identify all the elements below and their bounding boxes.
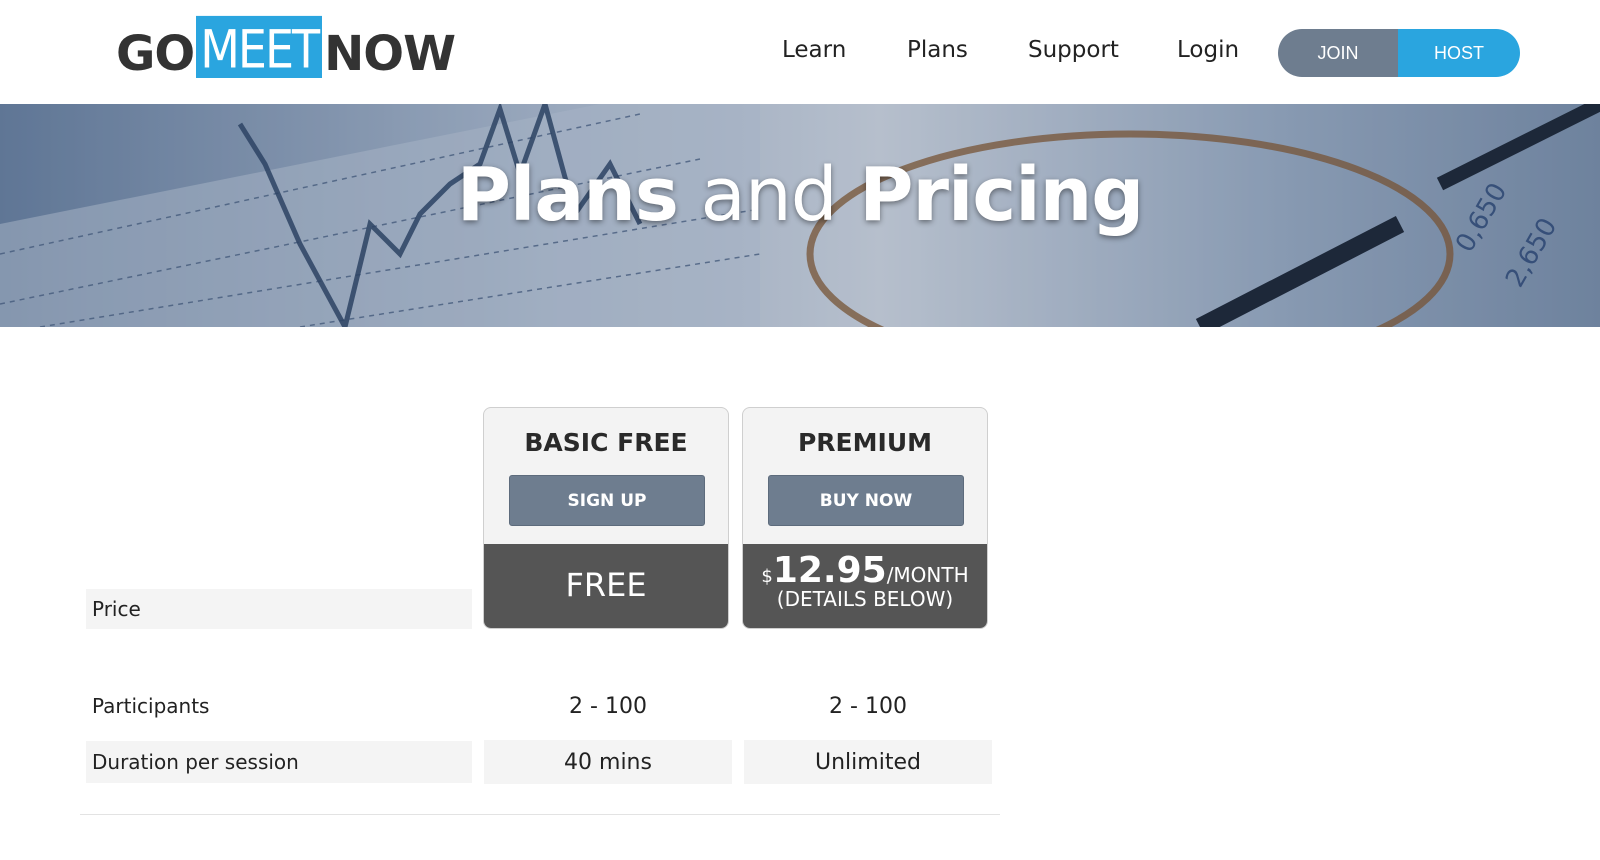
title-and: and <box>700 152 838 238</box>
plan-price: $12.95/MONTH (DETAILS BELOW) <box>743 544 987 628</box>
title-pricing: Pricing <box>859 152 1144 238</box>
price-amount: 12.95 <box>772 550 887 591</box>
row-label-duration: Duration per session <box>86 741 472 783</box>
plan-name: BASIC FREE <box>524 428 688 457</box>
table-divider <box>80 814 1000 815</box>
nav-login[interactable]: Login <box>1177 37 1239 63</box>
sign-up-button[interactable]: SIGN UP <box>509 475 705 526</box>
logo-text-go: GO <box>116 26 195 82</box>
cell-duration-basic: 40 mins <box>484 740 732 784</box>
cell-participants-premium: 2 - 100 <box>829 693 907 719</box>
price-line: $12.95/MONTH <box>743 550 987 591</box>
buy-now-button[interactable]: BUY NOW <box>768 475 964 526</box>
title-plans: Plans <box>456 152 679 238</box>
nav-plans[interactable]: Plans <box>907 37 968 63</box>
logo-text-now: NOW <box>324 26 456 82</box>
site-header: GO MEET NOW Learn Plans Support Login JO… <box>0 0 1600 104</box>
plan-card-basic-free: BASIC FREE SIGN UP FREE <box>483 407 729 629</box>
nav-learn[interactable]: Learn <box>782 37 846 63</box>
join-host-toggle: JOIN HOST <box>1278 29 1520 77</box>
plan-card-premium: PREMIUM BUY NOW $12.95/MONTH (DETAILS BE… <box>742 407 988 629</box>
row-label-participants: Participants <box>92 694 210 718</box>
row-label-price: Price <box>86 589 472 629</box>
cell-duration-premium: Unlimited <box>744 740 992 784</box>
hero-banner: 0,650 2,650 Plans and Pricing <box>0 104 1600 327</box>
page-title: Plans and Pricing <box>0 152 1600 238</box>
host-button[interactable]: HOST <box>1398 29 1520 77</box>
plan-price: FREE <box>484 544 728 628</box>
plan-name: PREMIUM <box>797 428 932 457</box>
cell-participants-basic: 2 - 100 <box>569 693 647 719</box>
nav-support[interactable]: Support <box>1028 37 1119 63</box>
join-button[interactable]: JOIN <box>1278 29 1398 77</box>
price-currency: $ <box>761 566 773 587</box>
price-period: /MONTH <box>886 563 969 587</box>
price-details: (DETAILS BELOW) <box>776 587 954 611</box>
logo[interactable]: GO MEET NOW <box>116 15 456 82</box>
logo-text-meet: MEET <box>196 15 323 78</box>
